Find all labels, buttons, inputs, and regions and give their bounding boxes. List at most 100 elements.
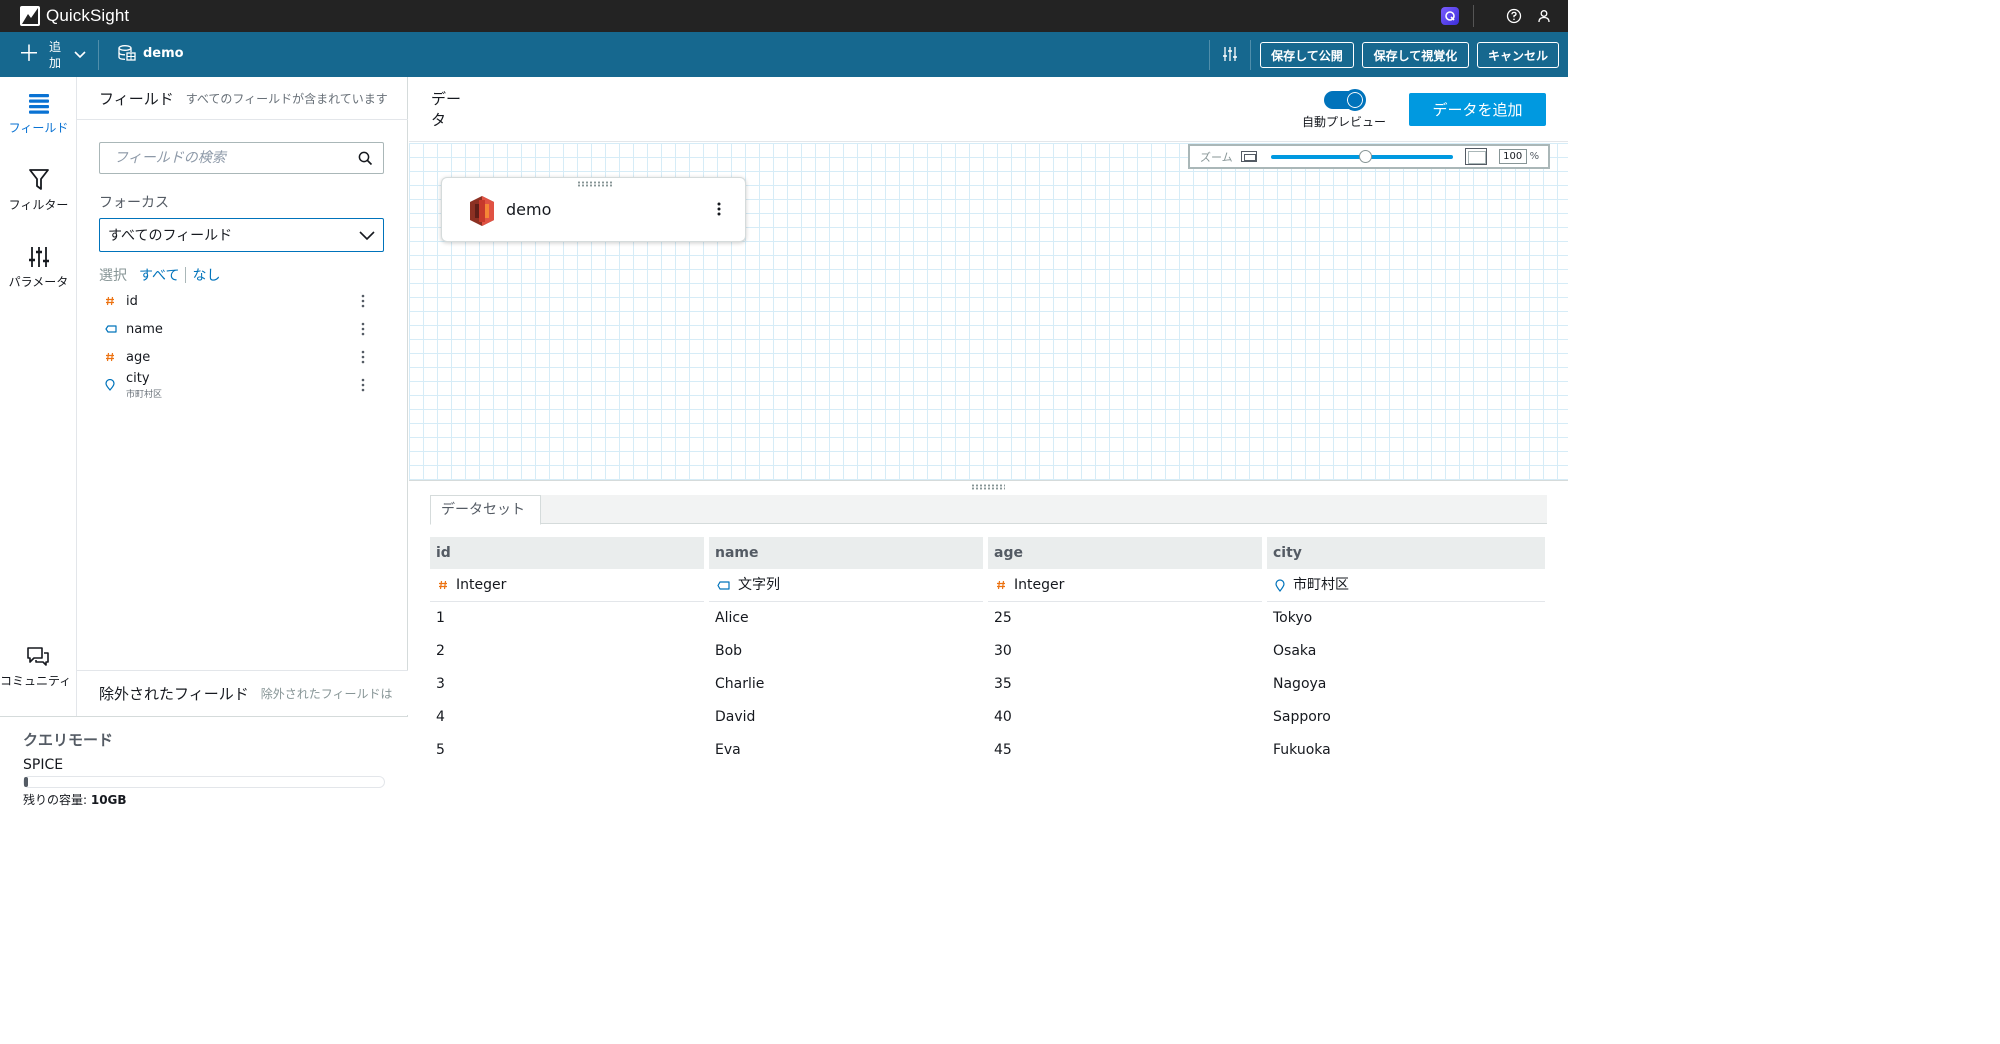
divider — [185, 267, 187, 283]
community-icon — [27, 647, 49, 666]
panel-divider — [409, 480, 1568, 481]
save-and-visualize-button[interactable]: 保存して視覚化 — [1362, 42, 1469, 68]
table-cell: Tokyo — [1273, 610, 1313, 626]
table-row: 2 Bob 30 Osaka — [430, 635, 1547, 668]
rail-item-parameters[interactable]: パラメータ — [0, 245, 77, 290]
table-cell: David — [715, 709, 756, 725]
resize-handle-icon[interactable] — [971, 484, 1005, 490]
zoom-out-icon[interactable] — [1240, 151, 1257, 162]
help-icon[interactable] — [1506, 8, 1522, 24]
divider — [1250, 40, 1251, 70]
fields-panel-subtitle: すべてのフィールドが含まれています — [185, 91, 388, 106]
table-cell: 3 — [436, 676, 445, 692]
number-icon — [105, 296, 125, 306]
field-item-name[interactable]: name — [99, 315, 389, 343]
select-all-link[interactable]: すべて — [139, 265, 179, 285]
zoom-unit: % — [1529, 151, 1540, 162]
location-icon — [105, 379, 125, 391]
app-logo[interactable]: QuickSight — [0, 0, 129, 32]
user-icon[interactable] — [1536, 8, 1552, 24]
spice-capacity-bar — [23, 776, 385, 788]
field-item-id[interactable]: id — [99, 287, 389, 315]
zoom-slider-handle[interactable] — [1358, 149, 1372, 163]
tab-dataset[interactable]: データセット — [430, 495, 541, 525]
column-header[interactable]: age — [988, 537, 1262, 569]
preview-tabs: データセット — [430, 495, 1547, 525]
top-bar: QuickSight — [0, 0, 1568, 32]
divider — [98, 40, 99, 70]
spice-capacity-fill — [24, 777, 28, 787]
s3-bucket-icon — [470, 196, 494, 226]
field-item-city[interactable]: city 市町村区 — [99, 370, 389, 400]
field-name: city — [126, 370, 150, 386]
rail-item-filters[interactable]: フィルター — [0, 168, 77, 213]
quicksight-logo-icon — [20, 6, 40, 26]
table-cell: 30 — [994, 643, 1012, 659]
table-cell: 35 — [994, 676, 1012, 692]
location-icon — [1275, 578, 1285, 592]
focus-select[interactable]: すべてのフィールド — [99, 218, 384, 252]
rail-item-community[interactable]: コミュニティ — [0, 645, 72, 689]
field-search-input[interactable] — [114, 150, 344, 166]
table-cell: 40 — [994, 709, 1012, 725]
join-canvas[interactable]: ズーム 100 % demo — [409, 143, 1568, 480]
dataset-name[interactable]: demo — [118, 44, 184, 62]
table-cell: Sapporo — [1273, 709, 1331, 725]
table-cell: Charlie — [715, 676, 765, 692]
column-type[interactable]: 文字列 — [709, 569, 983, 602]
data-source-node-name: demo — [506, 200, 552, 219]
query-mode-value: SPICE — [23, 757, 64, 773]
select-controls: 選択 すべて なし — [99, 265, 220, 285]
table-cell: 2 — [436, 643, 445, 659]
focus-label: フォーカス — [99, 195, 169, 211]
auto-preview-label: 自動プレビュー — [1301, 115, 1386, 129]
canvas-title: データ — [431, 90, 462, 129]
column-type-row: Integer 文字列 Integer 市町村区 — [430, 569, 1547, 602]
app-name: QuickSight — [46, 6, 130, 25]
field-subtype: 市町村区 — [126, 389, 163, 400]
select-label: 選択 — [99, 268, 127, 284]
settings-sliders-icon[interactable] — [1222, 46, 1238, 62]
table-row: 4 David 40 Sapporo — [430, 701, 1547, 734]
focus-select-value: すべてのフィールド — [108, 228, 233, 244]
more-options-icon[interactable] — [361, 378, 365, 392]
save-and-publish-button[interactable]: 保存して公開 — [1260, 42, 1354, 68]
add-data-button[interactable]: データを追加 — [1409, 93, 1546, 126]
plus-icon: ＋ — [18, 41, 41, 67]
cancel-button[interactable]: キャンセル — [1477, 42, 1559, 68]
left-nav-rail: フィールド フィルター パラメータ コミュニティ — [0, 77, 77, 818]
column-header[interactable]: city — [1267, 537, 1545, 569]
column-type[interactable]: Integer — [988, 569, 1262, 602]
drag-handle-icon[interactable] — [577, 181, 613, 187]
column-header[interactable]: id — [430, 537, 704, 569]
column-type[interactable]: 市町村区 — [1267, 569, 1545, 602]
zoom-label: ズーム — [1200, 150, 1233, 164]
auto-preview-toggle[interactable] — [1324, 89, 1366, 111]
data-source-node[interactable]: demo — [441, 177, 746, 242]
column-type[interactable]: Integer — [430, 569, 704, 602]
excluded-fields-title: 除外されたフィールド — [99, 684, 249, 703]
excluded-fields-header[interactable]: 除外されたフィールド 除外されたフィールドは — [77, 670, 408, 715]
more-options-icon[interactable] — [361, 322, 365, 336]
amazon-q-icon[interactable] — [1441, 7, 1459, 25]
more-options-icon[interactable] — [361, 350, 365, 364]
zoom-control: ズーム 100 % — [1188, 144, 1550, 169]
zoom-value-input[interactable]: 100 — [1498, 149, 1527, 164]
zoom-slider[interactable] — [1270, 149, 1453, 163]
more-options-icon[interactable] — [361, 294, 365, 308]
search-icon[interactable] — [358, 151, 373, 166]
add-button[interactable]: ＋ 追加 — [18, 38, 86, 71]
fields-icon — [28, 94, 49, 114]
select-none-link[interactable]: なし — [192, 265, 220, 285]
column-header[interactable]: name — [709, 537, 983, 569]
table-row: 5 Eva 45 Fukuoka — [430, 734, 1547, 767]
fields-panel: フィールド すべてのフィールドが含まれています フォーカス すべてのフィールド … — [77, 77, 408, 717]
number-icon — [438, 580, 448, 590]
table-row: 3 Charlie 35 Nagoya — [430, 668, 1547, 701]
field-item-age[interactable]: age — [99, 343, 389, 371]
more-options-icon[interactable] — [717, 202, 721, 216]
zoom-fit-icon[interactable] — [1464, 148, 1487, 165]
rail-item-fields[interactable]: フィールド — [0, 91, 77, 136]
table-cell: Fukuoka — [1273, 742, 1331, 758]
fields-panel-title: フィールド — [99, 89, 174, 108]
